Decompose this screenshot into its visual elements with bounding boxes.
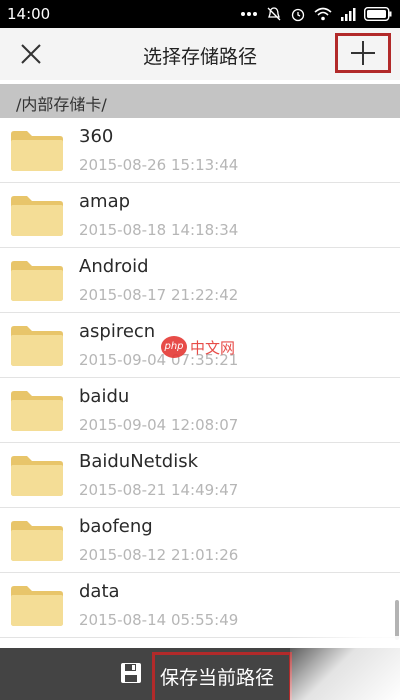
watermark-text: 中文网 [190, 338, 236, 357]
folder-name: baidu [79, 386, 130, 407]
folder-name: Android [79, 256, 149, 277]
list-item-folder[interactable]: amap 2015-08-18 14:18:34 [0, 183, 400, 248]
save-path-label: 保存当前路径 [160, 667, 275, 689]
folder-icon [11, 586, 63, 626]
folder-date: 2015-08-17 21:22:42 [79, 286, 239, 304]
folder-date: 2015-08-21 14:49:47 [79, 481, 239, 499]
folder-icon [11, 196, 63, 236]
folder-date: 2015-08-14 05:55:49 [79, 611, 239, 629]
folder-icon [11, 391, 63, 431]
folder-list: 360 2015-08-26 15:13:44 amap 2015-08-18 … [0, 118, 400, 638]
dots-icon [241, 12, 257, 16]
file-picker-screen: 14:00 选择存储路径 /内部存储卡/ 360 2015-08-26 15:1… [0, 0, 400, 700]
alarm-icon [291, 8, 305, 22]
status-bar: 14:00 [0, 0, 400, 28]
watermark: php 中文网 [161, 336, 235, 358]
folder-icon [11, 326, 63, 366]
folder-name: amap [79, 191, 131, 212]
floppy-disk-icon [121, 663, 141, 683]
list-item-folder[interactable]: baofeng 2015-08-12 21:01:26 [0, 508, 400, 573]
list-item-folder[interactable]: Android 2015-08-17 21:22:42 [0, 248, 400, 313]
folder-date: 2015-08-18 14:18:34 [79, 221, 239, 239]
folder-name: data [79, 581, 120, 602]
signal-icon [341, 8, 356, 21]
battery-icon [364, 7, 392, 21]
folder-icon [11, 261, 63, 301]
folder-name: aspirecn [79, 321, 156, 342]
watermark-badge: php [161, 336, 187, 358]
folder-name: 360 [79, 126, 114, 147]
title-bar: 选择存储路径 [0, 28, 400, 80]
wifi-icon [314, 7, 332, 21]
folder-icon [11, 131, 63, 171]
list-item-folder[interactable]: BaiduNetdisk 2015-08-21 14:49:47 [0, 443, 400, 508]
scrollbar[interactable] [395, 600, 399, 640]
list-item-folder[interactable]: 360 2015-08-26 15:13:44 [0, 118, 400, 183]
folder-name: BaiduNetdisk [79, 451, 199, 472]
status-time: 14:00 [7, 5, 51, 23]
save-path-button[interactable]: 保存当前路径 [152, 652, 292, 700]
list-item-folder[interactable]: data 2015-08-14 05:55:49 [0, 573, 400, 638]
folder-date: 2015-08-12 21:01:26 [79, 546, 239, 564]
folder-name: baofeng [79, 516, 153, 537]
folder-icon [11, 456, 63, 496]
list-item-folder[interactable]: baidu 2015-09-04 12:08:07 [0, 378, 400, 443]
folder-date: 2015-09-04 12:08:07 [79, 416, 239, 434]
status-icons [240, 3, 392, 25]
folder-date: 2015-08-26 15:13:44 [79, 156, 239, 174]
plus-icon [351, 41, 375, 65]
folder-icon [11, 521, 63, 561]
current-path: /内部存储卡/ [16, 95, 107, 114]
mute-icon [267, 7, 281, 21]
path-breadcrumb: /内部存储卡/ [0, 84, 400, 118]
add-folder-button[interactable] [335, 33, 391, 73]
